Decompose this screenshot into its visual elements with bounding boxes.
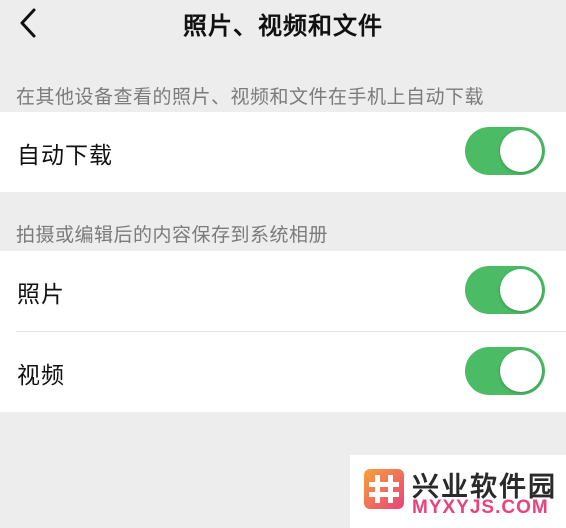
watermark-domain: MYXYJS.COM: [412, 497, 549, 518]
section-caption-auto-download: 在其他设备查看的照片、视频和文件在手机上自动下载: [16, 86, 485, 108]
navigation-bar: 照片、视频和文件: [0, 0, 566, 46]
setting-row-auto-download: 自动下载: [0, 112, 566, 192]
watermark: 兴业软件园 MYXYJS.COM: [350, 455, 566, 528]
hash-logo-icon: [364, 469, 404, 509]
photos-toggle[interactable]: [465, 266, 545, 314]
videos-toggle[interactable]: [465, 347, 545, 395]
setting-row-photos: 照片: [0, 251, 566, 332]
toggle-knob: [500, 350, 542, 392]
setting-label: 视频: [17, 363, 65, 389]
page-title: 照片、视频和文件: [183, 12, 383, 40]
toggle-knob: [500, 130, 542, 172]
auto-download-toggle[interactable]: [465, 127, 545, 175]
settings-screen: 照片、视频和文件 在其他设备查看的照片、视频和文件在手机上自动下载 自动下载 拍…: [0, 0, 566, 528]
settings-group-save-to-album: 照片 视频: [0, 251, 566, 412]
section-caption-save-to-album: 拍摄或编辑后的内容保存到系统相册: [16, 224, 329, 246]
setting-row-videos: 视频: [0, 332, 566, 412]
setting-label: 自动下载: [17, 143, 113, 169]
toggle-knob: [500, 269, 542, 311]
settings-group-auto-download: 自动下载: [0, 112, 566, 192]
setting-label: 照片: [17, 282, 65, 308]
